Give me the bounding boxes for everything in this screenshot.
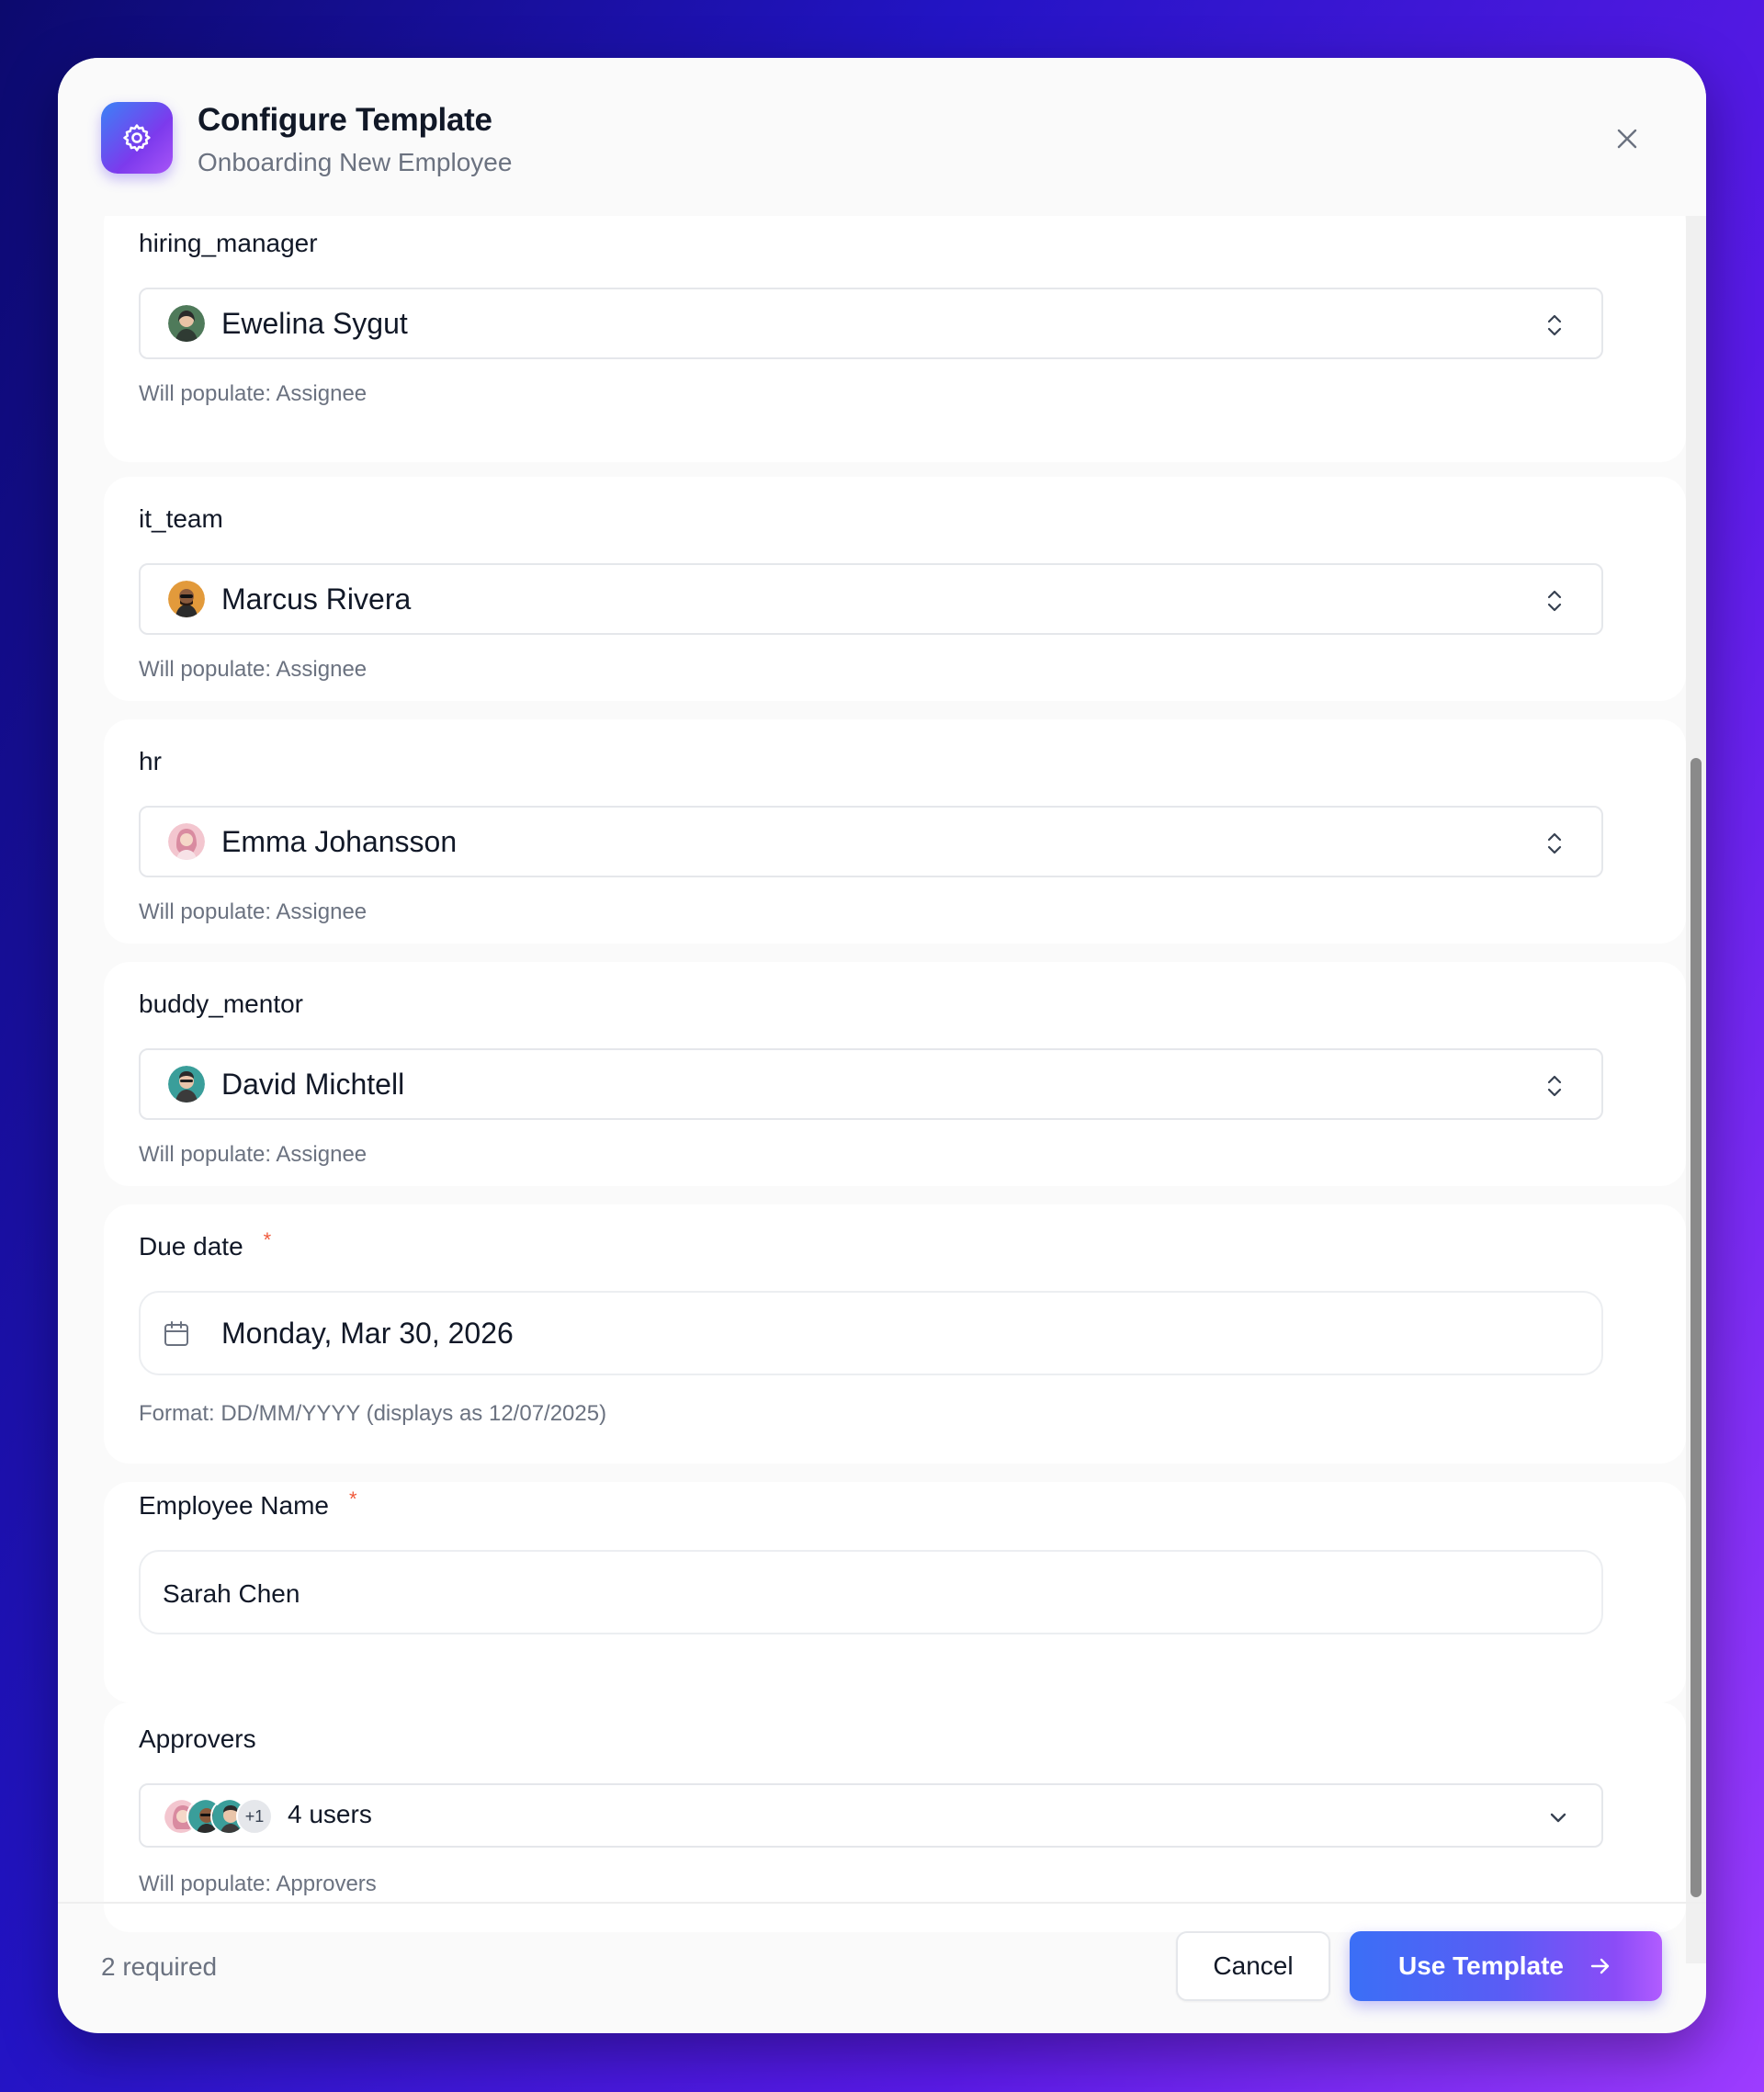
avatar — [168, 823, 205, 860]
chevron-up-down-icon — [1547, 832, 1562, 854]
select-value: Marcus Rivera — [221, 582, 412, 616]
due-date-picker[interactable]: Monday, Mar 30, 2026 — [139, 1291, 1603, 1375]
employee-name-label: Employee Name — [139, 1491, 329, 1520]
chevron-up-down-icon — [1547, 1075, 1562, 1097]
arrow-right-icon — [1590, 1958, 1610, 1974]
required-asterisk: * — [348, 1487, 357, 1510]
configure-template-dialog: hiring_manager Ewelina Sygut Will popula… — [58, 58, 1706, 2033]
approvers-select[interactable]: +1 4 users — [139, 1783, 1603, 1848]
dialog-header: Configure Template Onboarding New Employ… — [58, 58, 1706, 216]
approvers-value: 4 users — [288, 1800, 372, 1828]
select-value: Ewelina Sygut — [221, 307, 408, 340]
field-card-approvers: Approvers +1 4 users Will populate: Appr… — [104, 1702, 1686, 1932]
field-label: Approvers — [139, 1724, 256, 1753]
due-date-value: Monday, Mar 30, 2026 — [221, 1317, 514, 1350]
hr-select[interactable]: Emma Johansson — [139, 806, 1603, 877]
field-label: hiring_manager — [139, 229, 318, 257]
field-label: Employee Name * — [139, 1487, 357, 1521]
form-scroll-area[interactable]: hiring_manager Ewelina Sygut Will popula… — [58, 216, 1706, 1963]
select-value: David Michtell — [221, 1068, 405, 1101]
avatar — [168, 1066, 205, 1103]
select-value: Emma Johansson — [221, 825, 458, 858]
buddy-mentor-select[interactable]: David Michtell — [139, 1048, 1603, 1120]
it-team-select[interactable]: Marcus Rivera — [139, 563, 1603, 635]
helper-text: Will populate: Approvers — [139, 1871, 377, 1896]
scrollbar-thumb[interactable] — [1690, 758, 1702, 1897]
footer-divider — [58, 1902, 1706, 1904]
chevron-up-down-icon — [1547, 590, 1562, 612]
field-label: Due date * — [139, 1228, 271, 1261]
helper-text: Will populate: Assignee — [139, 381, 368, 406]
overflow-count-badge: +1 — [236, 1798, 273, 1835]
field-label: it_team — [139, 504, 223, 533]
field-card-it-team: it_team Marcus Rivera Will populate: Ass… — [104, 477, 1686, 701]
helper-text: Will populate: Assignee — [139, 1142, 368, 1167]
close-icon — [1617, 129, 1637, 149]
close-button[interactable] — [1611, 122, 1644, 155]
field-label: hr — [139, 747, 162, 775]
helper-text: Format: DD/MM/YYYY (displays as 12/07/20… — [139, 1401, 607, 1426]
helper-text: Will populate: Assignee — [139, 899, 368, 924]
dialog-title: Configure Template — [198, 102, 492, 138]
avatar — [168, 581, 205, 617]
employee-name-input[interactable]: Sarah Chen — [139, 1550, 1603, 1634]
field-card-due-date: Due date * Monday, Mar 30, 2026 Format: D… — [104, 1204, 1686, 1464]
helper-text: Will populate: Assignee — [139, 657, 368, 682]
field-card-buddy-mentor: buddy_mentor David Michtell Will populat… — [104, 962, 1686, 1186]
calendar-icon — [164, 1321, 188, 1346]
required-count: 2 required — [101, 1952, 218, 1981]
due-date-label: Due date — [139, 1232, 243, 1261]
field-card-hiring-manager: hiring_manager Ewelina Sygut Will popula… — [104, 216, 1686, 462]
gear-icon — [101, 102, 173, 174]
use-template-button[interactable]: Use Template — [1350, 1931, 1662, 2001]
avatar — [168, 305, 205, 342]
cancel-label: Cancel — [1213, 1951, 1294, 1980]
use-template-label: Use Template — [1398, 1951, 1564, 1980]
employee-name-value: Sarah Chen — [163, 1579, 300, 1608]
dialog-subtitle: Onboarding New Employee — [198, 148, 513, 176]
required-asterisk: * — [263, 1228, 272, 1251]
chevron-up-down-icon — [1547, 314, 1562, 336]
overflow-count: +1 — [244, 1806, 265, 1826]
chevron-down-icon — [1550, 1813, 1566, 1823]
avatar-stack: +1 — [163, 1798, 282, 1835]
field-card-hr: hr Emma Johansson Will populate: Assigne… — [104, 719, 1686, 944]
field-card-employee-name: Employee Name * Sarah Chen — [104, 1482, 1686, 1702]
hiring-manager-select[interactable]: Ewelina Sygut — [139, 288, 1603, 359]
cancel-button[interactable]: Cancel — [1176, 1931, 1330, 2001]
field-label: buddy_mentor — [139, 989, 304, 1018]
